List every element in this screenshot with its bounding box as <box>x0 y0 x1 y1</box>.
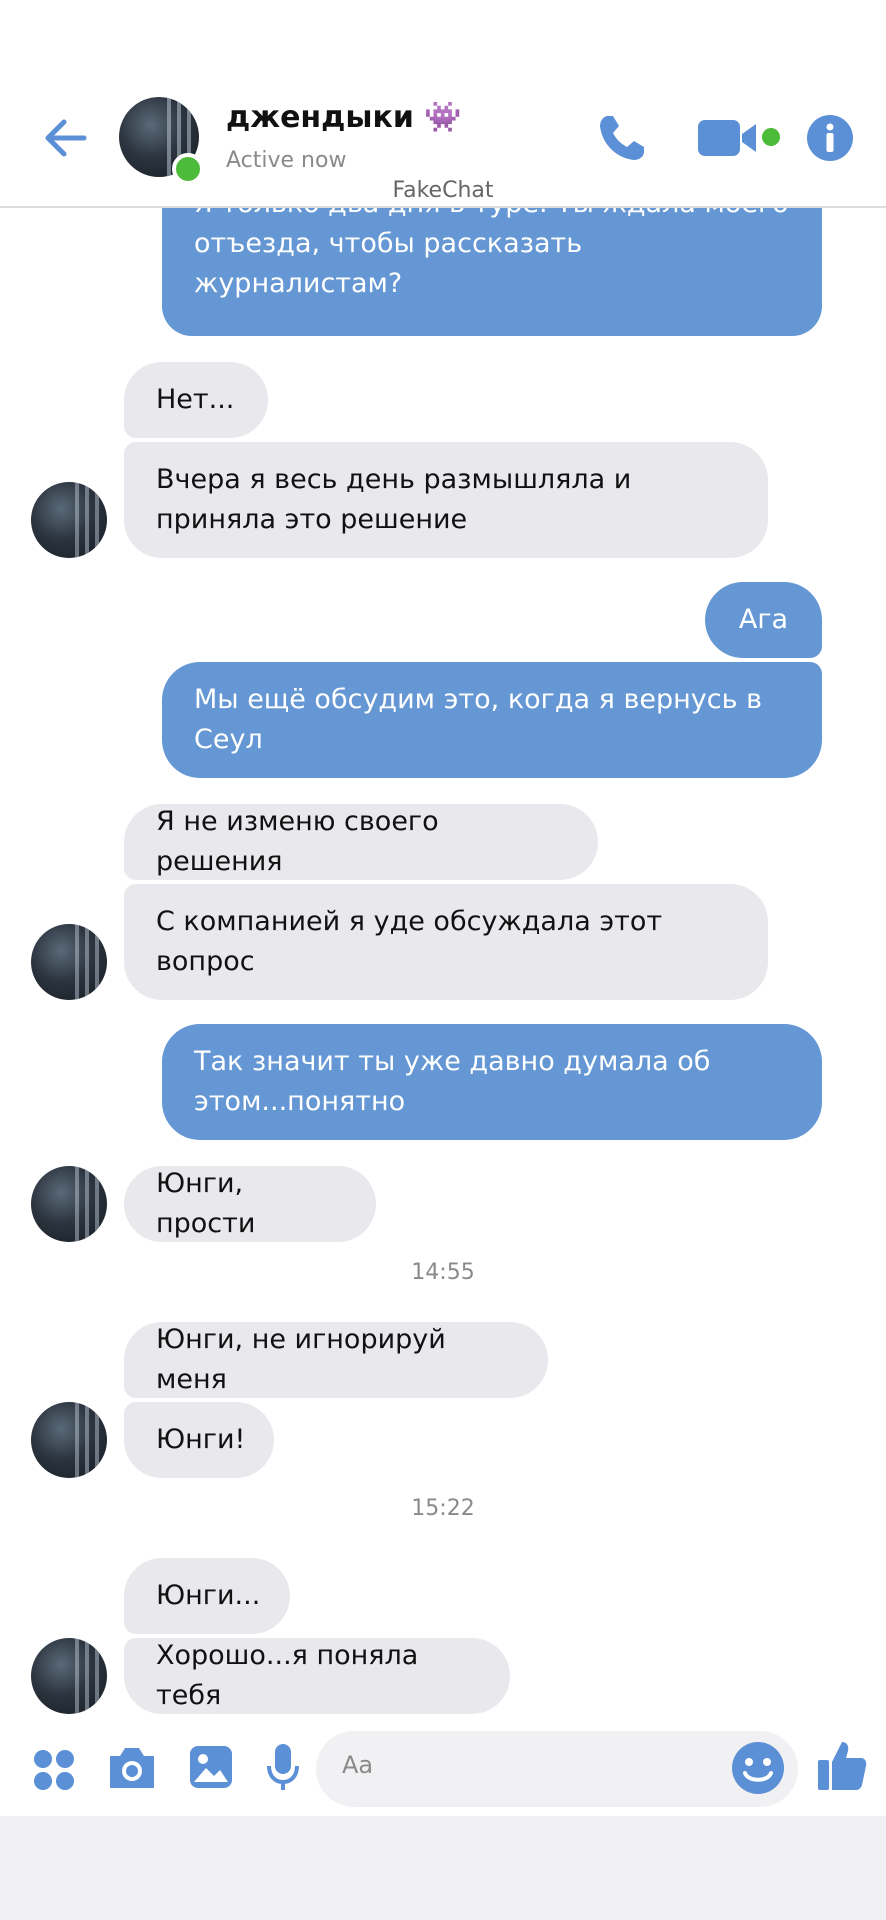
message-input[interactable]: Aa <box>316 1731 798 1807</box>
thumbs-up-icon[interactable] <box>816 1738 868 1792</box>
sender-avatar[interactable] <box>31 1638 107 1714</box>
message-text: Вчера я весь день размышляла и приняла э… <box>156 464 632 535</box>
back-arrow-icon[interactable] <box>40 110 96 166</box>
message-text: С компанией я уде обсуждала этот вопрос <box>156 906 663 977</box>
message-text: Юнги, не игнорируй меня <box>156 1324 446 1395</box>
video-call-icon[interactable] <box>696 114 766 162</box>
phone-call-icon[interactable] <box>594 110 650 166</box>
watermark: FakeChat <box>392 178 494 203</box>
message-bubble-incoming[interactable]: Хорошо...я поняла тебя <box>124 1638 510 1714</box>
message-text: Мы ещё обсудим это, когда я вернусь в Се… <box>194 684 763 755</box>
message-bubble-incoming[interactable]: Юнги, не игнорируй меня <box>124 1322 548 1398</box>
message-text: Ага <box>738 604 789 635</box>
message-bubble-incoming[interactable]: Юнги, прости <box>124 1166 376 1242</box>
message-text: Юнги, прости <box>156 1168 256 1239</box>
sender-avatar[interactable] <box>31 482 107 558</box>
sender-avatar[interactable] <box>31 1166 107 1242</box>
chat-header: джендыки 👾 Active now <box>0 0 886 208</box>
image-icon[interactable] <box>188 1744 234 1790</box>
emoji-icon[interactable] <box>730 1740 786 1796</box>
contact-name[interactable]: джендыки 👾 <box>226 100 462 135</box>
message-bubble-incoming[interactable]: Нет... <box>124 362 268 438</box>
active-status: Active now <box>226 148 347 173</box>
camera-icon[interactable] <box>106 1744 158 1792</box>
sender-avatar[interactable] <box>31 924 107 1000</box>
message-input-placeholder: Aa <box>342 1751 374 1779</box>
message-text: Так значит ты уже давно думала об этом..… <box>194 1046 711 1117</box>
video-active-dot <box>762 128 780 146</box>
message-bubble-outgoing[interactable]: Мы ещё обсудим это, когда я вернусь в Се… <box>162 662 822 778</box>
message-bubble-incoming[interactable]: Вчера я весь день размышляла и приняла э… <box>124 442 768 558</box>
message-text: Хорошо...я поняла тебя <box>156 1640 419 1711</box>
message-list: Я только два дня в туре. Ты ждала моего … <box>0 0 886 1920</box>
message-text: Юнги! <box>156 1424 246 1455</box>
message-bubble-outgoing[interactable]: Ага <box>705 582 822 658</box>
message-bubble-outgoing[interactable]: Так значит ты уже давно думала об этом..… <box>162 1024 822 1140</box>
microphone-icon[interactable] <box>266 1742 300 1792</box>
message-bubble-incoming[interactable]: Я не изменю своего решения <box>124 804 598 880</box>
timestamp: 15:22 <box>411 1496 475 1521</box>
message-text: Юнги... <box>156 1580 261 1611</box>
message-bubble-incoming[interactable]: С компанией я уде обсуждала этот вопрос <box>124 884 768 1000</box>
message-text: Я не изменю своего решения <box>156 806 439 877</box>
info-icon[interactable] <box>806 114 854 162</box>
system-navigation-area <box>0 1816 886 1920</box>
sender-avatar[interactable] <box>31 1402 107 1478</box>
message-text: Нет... <box>156 384 235 415</box>
apps-icon[interactable] <box>32 1748 76 1792</box>
message-bubble-incoming[interactable]: Юнги! <box>124 1402 274 1478</box>
timestamp: 14:55 <box>411 1260 475 1285</box>
message-bubble-incoming[interactable]: Юнги... <box>124 1558 290 1634</box>
